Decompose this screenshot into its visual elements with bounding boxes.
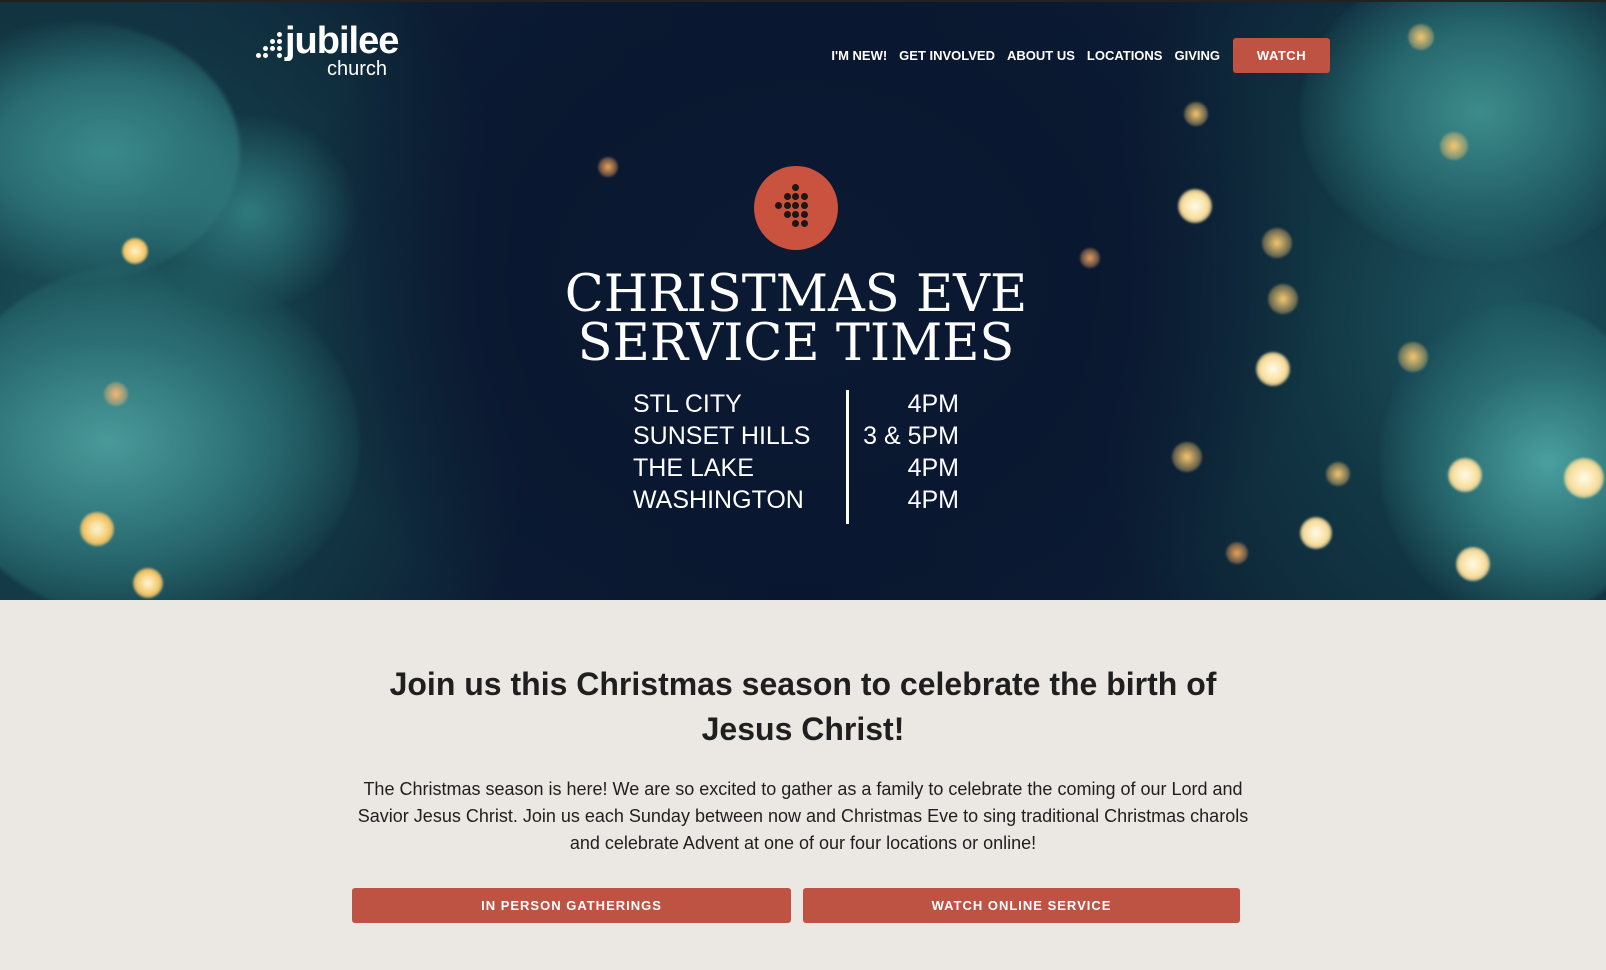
service-row: THE LAKE 4PM	[633, 454, 965, 486]
in-person-gatherings-button[interactable]: IN PERSON GATHERINGS	[352, 888, 791, 923]
bokeh-light	[80, 512, 114, 546]
bokeh-light	[1326, 462, 1350, 486]
watch-button[interactable]: WATCH	[1233, 38, 1330, 73]
service-time: 4PM	[907, 486, 959, 514]
bokeh-light	[122, 238, 148, 264]
service-time: 3 & 5PM	[863, 422, 959, 450]
bokeh-light	[1398, 342, 1428, 372]
service-row: STL CITY 4PM	[633, 390, 965, 422]
nav-get-involved[interactable]: GET INVOLVED	[899, 48, 995, 63]
service-time: 4PM	[907, 454, 959, 482]
logo-subtitle: church	[327, 58, 388, 80]
hero-title: CHRISTMAS EVE SERVICE TIMES	[480, 265, 1112, 373]
bokeh-light	[598, 157, 618, 177]
bokeh-light	[1080, 248, 1100, 268]
service-location: STL CITY	[633, 390, 742, 418]
nav-locations[interactable]: LOCATIONS	[1087, 48, 1163, 63]
jubilee-church-logo[interactable]: jubilee church	[255, 20, 415, 82]
bokeh-light	[1564, 458, 1604, 498]
bokeh-light	[1172, 442, 1202, 472]
evergreen-branch	[1300, 2, 1606, 262]
hero-banner: jubilee church I'M NEW! GET INVOLVED ABO…	[0, 0, 1606, 600]
bokeh-light	[1300, 517, 1332, 549]
nav-im-new[interactable]: I'M NEW!	[831, 48, 887, 63]
bokeh-light	[1262, 228, 1292, 258]
bokeh-light	[1440, 132, 1468, 160]
main-nav: I'M NEW! GET INVOLVED ABOUT US LOCATIONS…	[831, 38, 1330, 73]
evergreen-branch	[140, 112, 360, 312]
nav-giving[interactable]: GIVING	[1174, 48, 1220, 63]
church-badge-icon	[754, 166, 838, 250]
bokeh-light	[1226, 542, 1248, 564]
content-paragraph: The Christmas season is here! We are so …	[357, 779, 1249, 853]
service-times: STL CITY 4PM SUNSET HILLS 3 & 5PM THE LA…	[633, 390, 965, 526]
bokeh-light	[1184, 102, 1208, 126]
bokeh-light	[1448, 458, 1482, 492]
service-location: WASHINGTON	[633, 486, 804, 514]
logo-wordmark: jubilee	[285, 20, 399, 62]
bokeh-light	[104, 382, 128, 406]
evergreen-branch	[0, 262, 360, 600]
hero-title-line1: CHRISTMAS EVE	[564, 265, 1028, 324]
bokeh-light	[1268, 284, 1298, 314]
bokeh-light	[1178, 189, 1212, 223]
watch-online-service-button[interactable]: WATCH ONLINE SERVICE	[803, 888, 1240, 923]
logo-dots-icon	[255, 32, 287, 62]
service-row: WASHINGTON 4PM	[633, 486, 965, 518]
hero-title-line2: SERVICE TIMES	[577, 314, 1015, 373]
service-row: SUNSET HILLS 3 & 5PM	[633, 422, 965, 454]
content-heading: Join us this Christmas season to celebra…	[389, 666, 1217, 747]
bokeh-light	[1256, 352, 1290, 386]
bokeh-light	[133, 568, 163, 598]
bokeh-light	[1408, 24, 1434, 50]
service-location: SUNSET HILLS	[633, 422, 811, 450]
service-time: 4PM	[907, 390, 959, 418]
bokeh-light	[1456, 547, 1490, 581]
nav-about-us[interactable]: ABOUT US	[1007, 48, 1075, 63]
service-location: THE LAKE	[633, 454, 754, 482]
